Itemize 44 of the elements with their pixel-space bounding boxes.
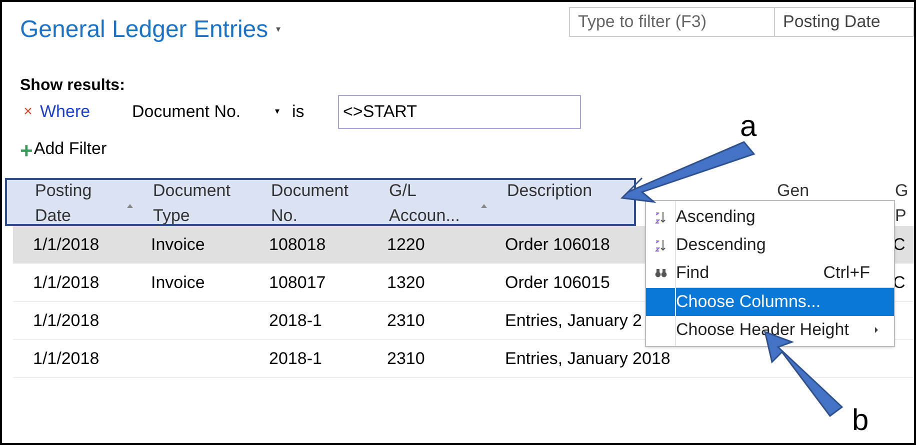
table-cell: 2018-1 [269,348,322,368]
sort-indicator-icon [127,204,133,208]
table-cell: 2310 [387,310,425,330]
callout-letter: b [852,404,869,438]
table-cell: 2310 [387,348,425,368]
binoculars-icon [655,268,667,278]
table-cell: Invoice [151,234,205,254]
table-cell: 1/1/2018 [33,234,100,254]
sort-descending-icon [655,238,667,252]
table-cell: 1/1/2018 [33,348,100,368]
table-cell: Invoice [151,272,205,292]
table-cell: 1220 [387,234,425,254]
column-header[interactable]: Posting Date [13,178,131,226]
column-header[interactable]: G/L Accoun... [367,178,485,226]
table-cell: 1320 [387,272,425,292]
table-cell: 2018-1 [269,310,322,330]
where-label: Where [40,101,92,124]
operator-label: is [292,101,306,124]
field-dropdown[interactable]: Document No. ▾ [132,99,292,125]
sort-field-label: Posting Date [782,11,882,33]
sort-indicator-icon [481,204,487,208]
table-cell: 108018 [269,234,326,254]
filter-heading: Show results: [20,76,126,96]
table-cell: 108017 [269,272,326,292]
filter-value-field[interactable]: <>START [338,95,581,129]
table-cell: Order 106018 [505,234,610,254]
callout-letter: a [740,110,757,144]
menu-item[interactable]: Descending [646,231,894,259]
caret-icon: ▾ [275,105,280,119]
table-cell: 1/1/2018 [33,272,100,292]
column-header[interactable]: Document No. [249,178,367,226]
table-cell: 1/1/2018 [33,310,100,330]
remove-filter-button[interactable]: × [20,100,36,124]
title-menu-caret[interactable]: ▾ [276,23,282,37]
shortcut-label: Ctrl+F [823,262,871,284]
search-field[interactable]: Type to filter (F3) Posting Date [569,7,914,37]
page-title: General Ledger Entries [20,15,268,45]
sort-ascending-icon [655,210,667,224]
table-cell: Entries, January 2 [505,310,642,330]
column-header[interactable]: Document Type [131,178,249,226]
table-cell: Order 106015 [505,272,610,292]
menu-item[interactable]: Choose Columns... [646,288,894,316]
plus-icon: + [20,142,33,160]
table-cell: Entries, January 2018 [505,348,670,368]
